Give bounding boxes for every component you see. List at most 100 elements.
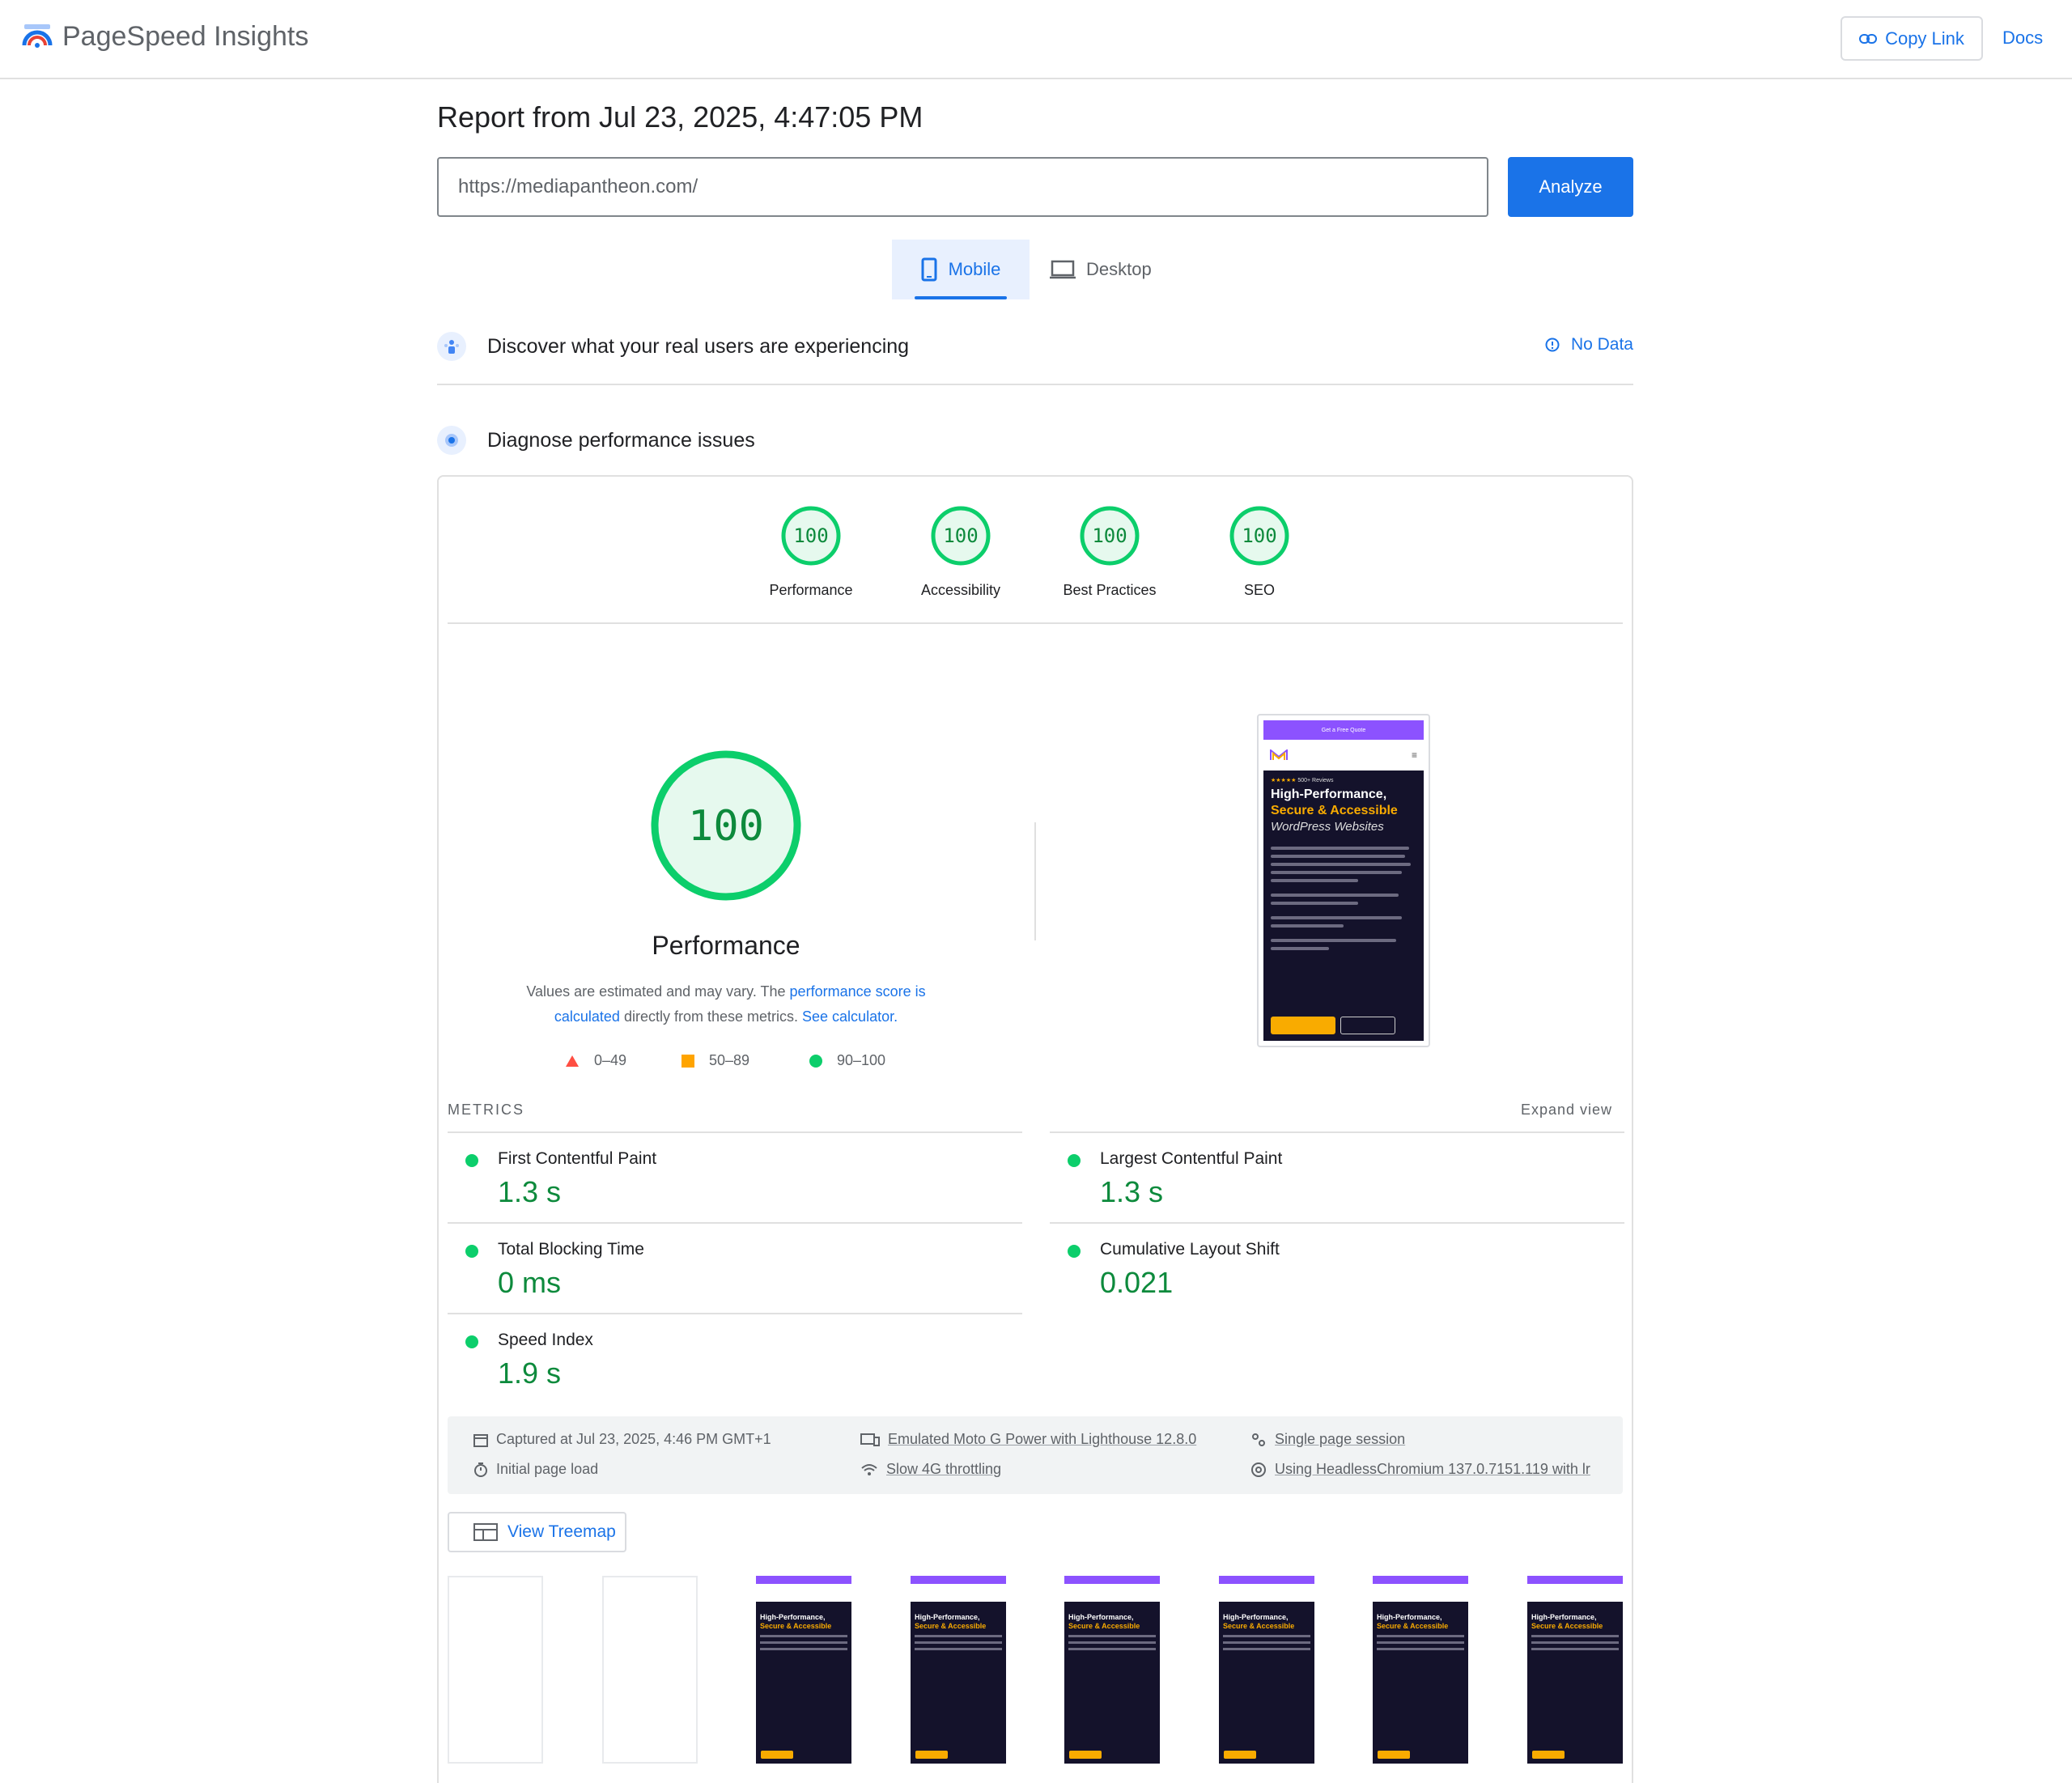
top-bar: PageSpeed Insights Copy Link Docs — [0, 0, 2072, 79]
tab-desktop[interactable]: Desktop — [1049, 240, 1170, 299]
session-info[interactable]: Single page session — [1250, 1431, 1405, 1448]
see-calculator-link[interactable]: See calculator. — [802, 1008, 898, 1025]
performance-note: Values are estimated and may vary. The p… — [502, 979, 950, 1029]
session-text: Single page session — [1275, 1431, 1406, 1447]
gauge-performance[interactable]: 100 Performance — [730, 505, 892, 599]
throttling-info[interactable]: Slow 4G throttling — [860, 1461, 1001, 1478]
gauge-label: SEO — [1243, 582, 1275, 598]
tab-mobile[interactable]: Mobile — [892, 240, 1030, 299]
screenshot-headline-2: Secure & Accessible — [1271, 804, 1398, 817]
wifi-icon — [861, 1463, 877, 1475]
tab-desktop-label: Desktop — [1086, 259, 1152, 279]
treemap-icon — [473, 1523, 498, 1541]
gauge-seo[interactable]: 100 SEO — [1178, 505, 1340, 599]
metric-name: Speed Index — [498, 1331, 593, 1349]
timer-icon — [474, 1462, 487, 1477]
filmstrip-frame — [448, 1576, 543, 1764]
section-divider — [437, 384, 1633, 385]
pass-dot-icon — [465, 1154, 478, 1167]
load-info: Initial page load — [473, 1461, 598, 1478]
filmstrip: High-Performance, Secure & Accessible Hig… — [448, 1576, 1623, 1764]
analyze-button[interactable]: Analyze — [1508, 157, 1633, 217]
frame-headline: High-Performance, — [1531, 1613, 1597, 1621]
score-gauge: 100 — [1229, 506, 1289, 566]
metric-value: 0 ms — [498, 1266, 562, 1299]
performance-label: Performance — [652, 931, 800, 960]
session-icon — [1252, 1433, 1265, 1446]
frame-headline: Secure & Accessible — [1068, 1622, 1140, 1630]
docs-link[interactable]: Docs — [2002, 28, 2043, 49]
tab-mobile-label: Mobile — [948, 259, 1001, 279]
vertical-divider — [1034, 822, 1036, 940]
gauge-accessibility[interactable]: 100 Accessibility — [880, 505, 1042, 599]
filmstrip-frame: High-Performance, Secure & Accessible — [1064, 1576, 1160, 1764]
rating-text: 500+ Reviews — [1297, 778, 1334, 783]
metric-cls: Cumulative Layout Shift 0.021 — [1050, 1222, 1624, 1313]
metric-name: First Contentful Paint — [498, 1149, 657, 1168]
score-gauge: 100 — [781, 506, 841, 566]
circle-icon — [809, 1054, 822, 1068]
diagnose-title: Diagnose performance issues — [487, 428, 755, 452]
screenshot-headline-1: High-Performance, — [1271, 787, 1387, 801]
pagespeed-logo-icon[interactable] — [21, 21, 53, 53]
load-text: Initial page load — [496, 1461, 599, 1477]
chromium-icon — [1251, 1462, 1266, 1477]
screenshot-navbar: ≡ — [1263, 740, 1424, 771]
gauge-best-practices[interactable]: 100 Best Practices — [1029, 505, 1191, 599]
metric-speed-index: Speed Index 1.9 s — [448, 1313, 1022, 1403]
pass-dot-icon — [465, 1245, 478, 1258]
gauge-label: Performance — [769, 582, 853, 598]
frame-headline: High-Performance, — [760, 1613, 826, 1621]
devices-icon — [860, 1433, 880, 1446]
metric-name: Total Blocking Time — [498, 1240, 644, 1259]
final-screenshot[interactable]: Get a Free Quote ≡ ★★★★★ 500+ Reviews Hi… — [1257, 714, 1430, 1047]
url-input[interactable]: https://mediapantheon.com/ — [437, 157, 1488, 217]
frame-headline: Secure & Accessible — [915, 1622, 987, 1630]
phone-icon — [921, 257, 937, 282]
browser-text: Using HeadlessChromium 137.0.7151.119 wi… — [1275, 1461, 1590, 1477]
screenshot-top-strip: Get a Free Quote — [1263, 720, 1424, 740]
no-data-status[interactable]: No Data — [1545, 335, 1633, 354]
metrics-heading: METRICS — [448, 1102, 524, 1118]
note-text: directly from these metrics. — [619, 1008, 803, 1025]
screenshot-bullets — [1271, 894, 1416, 950]
metric-name: Cumulative Layout Shift — [1100, 1240, 1280, 1259]
real-users-section[interactable]: Discover what your real users are experi… — [437, 330, 1633, 363]
real-users-title: Discover what your real users are experi… — [487, 334, 910, 358]
screenshot-rating: ★★★★★ 500+ Reviews — [1271, 778, 1334, 783]
legend-fail-label: 0–49 — [594, 1052, 627, 1068]
triangle-icon — [566, 1055, 579, 1067]
screenshot-buttons — [1271, 1017, 1395, 1034]
pass-dot-icon — [1068, 1245, 1081, 1258]
pass-dot-icon — [1068, 1154, 1081, 1167]
captured-info: Captured at Jul 23, 2025, 4:46 PM GMT+1 — [473, 1431, 771, 1448]
legend-average: 50–89 — [681, 1052, 749, 1069]
link-icon — [1859, 33, 1878, 44]
calendar-icon — [473, 1433, 488, 1447]
captured-text: Captured at Jul 23, 2025, 4:46 PM GMT+1 — [496, 1431, 771, 1447]
no-data-label: No Data — [1570, 335, 1633, 354]
filmstrip-frame: High-Performance, Secure & Accessible — [756, 1576, 851, 1764]
expand-view-toggle[interactable]: Expand view — [1521, 1102, 1612, 1119]
performance-gauge: 100 — [651, 750, 801, 901]
browser-info[interactable]: Using HeadlessChromium 137.0.7151.119 wi… — [1250, 1461, 1590, 1478]
filmstrip-frame: High-Performance, Secure & Accessible — [1373, 1576, 1468, 1764]
laptop-icon — [1050, 260, 1076, 279]
frame-headline: Secure & Accessible — [1377, 1622, 1449, 1630]
gauge-score: 100 — [793, 524, 828, 547]
view-treemap-button[interactable]: View Treemap — [448, 1512, 626, 1552]
copy-link-button[interactable]: Copy Link — [1841, 16, 1983, 61]
info-icon — [1545, 337, 1560, 352]
frame-headline: Secure & Accessible — [1223, 1622, 1295, 1630]
filmstrip-frame: High-Performance, Secure & Accessible — [911, 1576, 1006, 1764]
device-info[interactable]: Emulated Moto G Power with Lighthouse 12… — [860, 1431, 1196, 1448]
note-text: Values are estimated and may vary. The — [526, 983, 790, 1000]
frame-headline: High-Performance, — [1223, 1613, 1289, 1621]
legend-fail: 0–49 — [565, 1052, 626, 1069]
square-icon — [681, 1054, 694, 1068]
app-title[interactable]: PageSpeed Insights — [62, 21, 308, 53]
throttling-text: Slow 4G throttling — [886, 1461, 1002, 1477]
metric-value: 1.3 s — [1100, 1175, 1164, 1208]
frame-headline: High-Performance, — [915, 1613, 980, 1621]
frame-headline: High-Performance, — [1377, 1613, 1442, 1621]
